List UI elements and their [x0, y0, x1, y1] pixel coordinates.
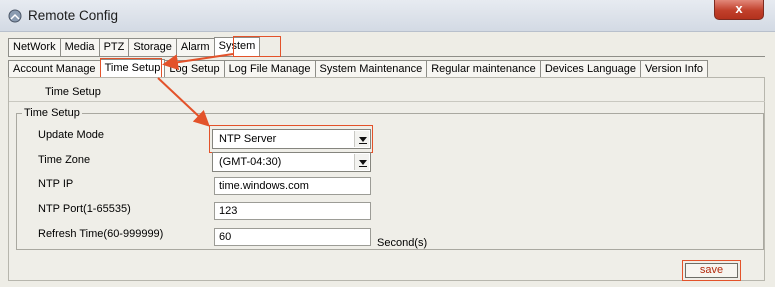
annotation-arrows	[157, 53, 234, 127]
remote-config-window: Remote Config x NetWork Media PTZ Storag…	[0, 0, 775, 287]
arrow-system-to-time-setup	[162, 53, 234, 71]
arrow-time-setup-to-update-mode	[157, 77, 210, 127]
